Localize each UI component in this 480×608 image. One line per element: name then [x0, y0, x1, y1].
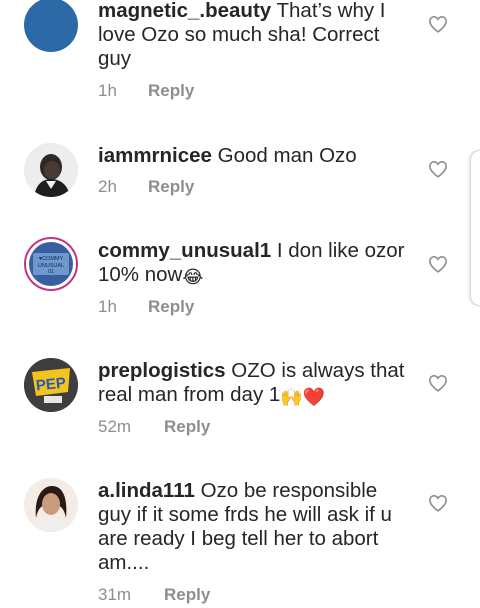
svg-text:01: 01: [48, 269, 54, 275]
avatar[interactable]: PEP: [24, 358, 78, 412]
avatar[interactable]: [24, 478, 78, 532]
comment-username[interactable]: commy_unusual1: [98, 239, 271, 262]
comment-meta: 1h Reply: [98, 297, 194, 317]
heart-outline-icon[interactable]: [428, 160, 448, 178]
comment-username[interactable]: a.linda111: [98, 479, 195, 502]
avatar[interactable]: [24, 143, 78, 197]
comment-username[interactable]: magnetic_.beauty: [98, 0, 271, 22]
comment-meta: 1h Reply: [98, 81, 194, 101]
comment-timestamp: 1h: [98, 81, 117, 100]
reply-button[interactable]: Reply: [164, 585, 210, 605]
comment-meta: 52m Reply: [98, 417, 210, 437]
heart-outline-icon[interactable]: [428, 374, 448, 392]
side-panel-handle[interactable]: [470, 150, 480, 306]
heart-outline-icon[interactable]: [428, 15, 448, 33]
laughing-emoji-icon: 😂: [182, 267, 204, 287]
comment-body: magnetic_.beauty That’s why I love Ozo s…: [98, 0, 410, 71]
avatar[interactable]: [24, 0, 78, 52]
comment-body: a.linda111 Ozo be responsible guy if it …: [98, 479, 410, 575]
comment-body: iammrnicee Good man Ozo: [98, 144, 410, 168]
comment-timestamp: 52m: [98, 417, 132, 436]
raised-hands-heart-emoji-icon: 🙌❤️: [280, 387, 326, 407]
comment-timestamp: 2h: [98, 177, 117, 196]
heart-outline-icon[interactable]: [428, 255, 448, 273]
comment-meta: 31m Reply: [98, 585, 210, 605]
reply-button[interactable]: Reply: [148, 81, 194, 101]
comment-meta: 2h Reply: [98, 177, 194, 197]
comment-body: preplogistics OZO is always that real ma…: [98, 359, 410, 407]
comment-body: commy_unusual1 I don like ozor 10% now😂: [98, 239, 410, 287]
reply-button[interactable]: Reply: [164, 417, 210, 437]
heart-outline-icon[interactable]: [428, 494, 448, 512]
reply-button[interactable]: Reply: [148, 297, 194, 317]
comment-username[interactable]: preplogistics: [98, 359, 226, 382]
comment-timestamp: 31m: [98, 585, 132, 604]
svg-text:♥COMMY: ♥COMMY: [39, 256, 64, 262]
avatar[interactable]: ♥COMMY UNUSUAL 01: [24, 237, 78, 291]
svg-text:PEP: PEP: [35, 374, 67, 394]
comment-text: Good man Ozo: [217, 144, 357, 167]
comment-username[interactable]: iammrnicee: [98, 144, 212, 167]
reply-button[interactable]: Reply: [148, 177, 194, 197]
comment-timestamp: 1h: [98, 297, 117, 316]
